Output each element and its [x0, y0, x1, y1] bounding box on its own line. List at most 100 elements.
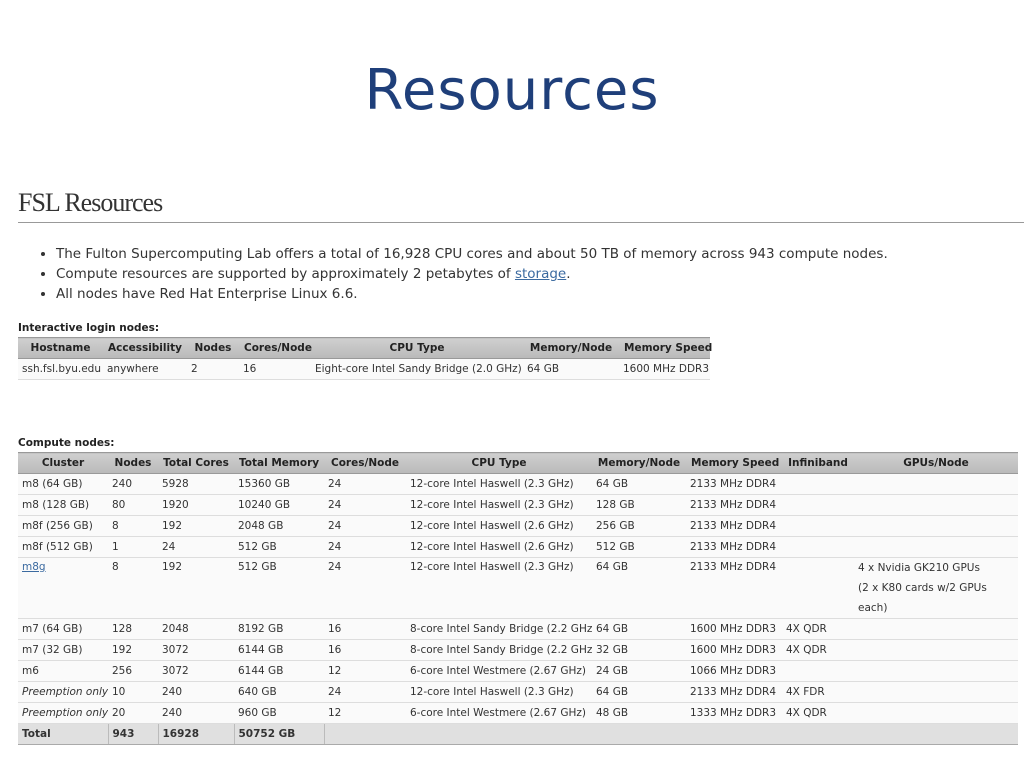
gpu-note: (2 x K80 cards w/2 GPUs each)	[858, 582, 987, 614]
column-header[interactable]: Memory Speed	[619, 337, 712, 359]
table-cell: 12	[324, 702, 406, 724]
table-cell: m7 (64 GB)	[18, 618, 108, 640]
login-nodes-label: Interactive login nodes:	[18, 322, 160, 334]
table-cell: 128 GB	[592, 494, 686, 516]
column-header[interactable]: Nodes	[108, 452, 158, 474]
table-cell: 6144 GB	[234, 660, 324, 682]
table-cell	[782, 536, 854, 558]
table-cell	[854, 536, 1018, 558]
gpu-count: 4 x Nvidia GK210 GPUs	[858, 562, 980, 574]
table-cell: 6-core Intel Westmere (2.67 GHz)	[406, 660, 592, 682]
column-header[interactable]: Total Memory	[234, 452, 324, 474]
table-cell: m8 (64 GB)	[18, 473, 108, 495]
table-cell: 10	[108, 681, 158, 703]
table-cell: 20	[108, 702, 158, 724]
column-header[interactable]: Memory/Node	[592, 452, 686, 474]
table-cell: 8-core Intel Sandy Bridge (2.2 GHz)	[406, 639, 592, 661]
table-cell	[854, 494, 1018, 516]
table-cell: 24	[324, 473, 406, 495]
column-header[interactable]: Cores/Node	[239, 337, 312, 359]
table-header-row: Hostname Accessibility Nodes Cores/Node …	[18, 337, 712, 359]
table-cell: 64 GB	[592, 557, 686, 619]
table-row: ssh.fsl.byu.edu anywhere 2 16 Eight-core…	[18, 358, 710, 380]
table-cell: 2133 MHz DDR4	[686, 473, 782, 495]
table-cell: m7 (32 GB)	[18, 639, 108, 661]
column-header[interactable]: CPU Type	[311, 337, 523, 359]
bullet-text: The Fulton Supercomputing Lab offers a t…	[56, 246, 888, 262]
total-memory: 50752 GB	[234, 723, 325, 745]
table-cell: 1600 MHz DDR3	[619, 358, 710, 380]
table-cell: 4 x Nvidia GK210 GPUs (2 x K80 cards w/2…	[854, 557, 1018, 619]
table-cell: m6	[18, 660, 108, 682]
table-cell: 2133 MHz DDR4	[686, 681, 782, 703]
table-row: m7 (64 GB) 128 2048 8192 GB 16 8-core In…	[18, 618, 1018, 640]
column-header[interactable]: Hostname	[18, 337, 103, 359]
table-cell: m8g	[18, 557, 108, 619]
table-cell: 3072	[158, 639, 234, 661]
table-cell: 12-core Intel Haswell (2.3 GHz)	[406, 681, 592, 703]
column-header[interactable]: CPU Type	[406, 452, 592, 474]
table-cell: 2048	[158, 618, 234, 640]
table-cell: 2133 MHz DDR4	[686, 515, 782, 537]
table-row: Preemption only 20 240 960 GB 12 6-core …	[18, 702, 1018, 724]
total-label: Total	[18, 723, 109, 745]
column-header[interactable]: Memory/Node	[523, 337, 619, 359]
table-cell	[782, 494, 854, 516]
total-filler	[324, 723, 1018, 745]
table-cell: 2	[187, 358, 239, 380]
table-cell: 240	[108, 473, 158, 495]
table-cell: m8f (512 GB)	[18, 536, 108, 558]
column-header[interactable]: Memory Speed	[686, 452, 782, 474]
table-cell: 16	[324, 618, 406, 640]
table-cell: ssh.fsl.byu.edu	[18, 358, 103, 380]
table-cell: 80	[108, 494, 158, 516]
table-cell: 64 GB	[592, 473, 686, 495]
table-cell: 4X QDR	[782, 702, 854, 724]
total-row: Total 943 16928 50752 GB	[18, 723, 1018, 745]
column-header[interactable]: Infiniband	[782, 452, 854, 474]
storage-link[interactable]: storage	[515, 266, 566, 282]
table-cell: 2133 MHz DDR4	[686, 557, 782, 619]
login-nodes-table: Hostname Accessibility Nodes Cores/Node …	[18, 337, 712, 380]
column-header[interactable]: Cores/Node	[324, 452, 406, 474]
list-item: The Fulton Supercomputing Lab offers a t…	[56, 244, 1016, 264]
table-cell: 256 GB	[592, 515, 686, 537]
table-cell	[854, 681, 1018, 703]
table-cell	[782, 660, 854, 682]
table-cell: 6-core Intel Westmere (2.67 GHz)	[406, 702, 592, 724]
slide-title: Resources	[364, 58, 660, 123]
list-item: Compute resources are supported by appro…	[56, 264, 1016, 284]
table-cell	[854, 639, 1018, 661]
column-header[interactable]: Total Cores	[158, 452, 234, 474]
table-cell: 4X QDR	[782, 618, 854, 640]
table-cell: 24	[324, 557, 406, 619]
table-row: m8 (128 GB) 80 1920 10240 GB 24 12-core …	[18, 494, 1018, 516]
table-cell	[782, 515, 854, 537]
table-cell: 512 GB	[592, 536, 686, 558]
column-header[interactable]: GPUs/Node	[854, 452, 1018, 474]
table-cell: 128	[108, 618, 158, 640]
table-cell: 240	[158, 702, 234, 724]
table-row: m8f (512 GB) 1 24 512 GB 24 12-core Inte…	[18, 536, 1018, 558]
table-cell: 24	[158, 536, 234, 558]
column-header[interactable]: Cluster	[18, 452, 108, 474]
table-cell: 16	[324, 639, 406, 661]
table-cell: 12-core Intel Haswell (2.3 GHz)	[406, 473, 592, 495]
table-cell	[854, 515, 1018, 537]
table-cell: Preemption only	[18, 681, 108, 703]
bullet-text: All nodes have Red Hat Enterprise Linux …	[56, 286, 358, 302]
table-cell: 960 GB	[234, 702, 324, 724]
table-cell	[782, 557, 854, 619]
column-header[interactable]: Accessibility	[103, 337, 187, 359]
cluster-link-m8g[interactable]: m8g	[22, 561, 46, 573]
table-cell: 1	[108, 536, 158, 558]
compute-nodes-label: Compute nodes:	[18, 437, 115, 449]
table-cell: 192	[158, 515, 234, 537]
table-cell: m8f (256 GB)	[18, 515, 108, 537]
column-header[interactable]: Nodes	[187, 337, 239, 359]
table-cell: 64 GB	[523, 358, 619, 380]
table-cell	[854, 660, 1018, 682]
table-header-row: Cluster Nodes Total Cores Total Memory C…	[18, 452, 1018, 474]
table-cell: 240	[158, 681, 234, 703]
table-cell: 192	[108, 639, 158, 661]
